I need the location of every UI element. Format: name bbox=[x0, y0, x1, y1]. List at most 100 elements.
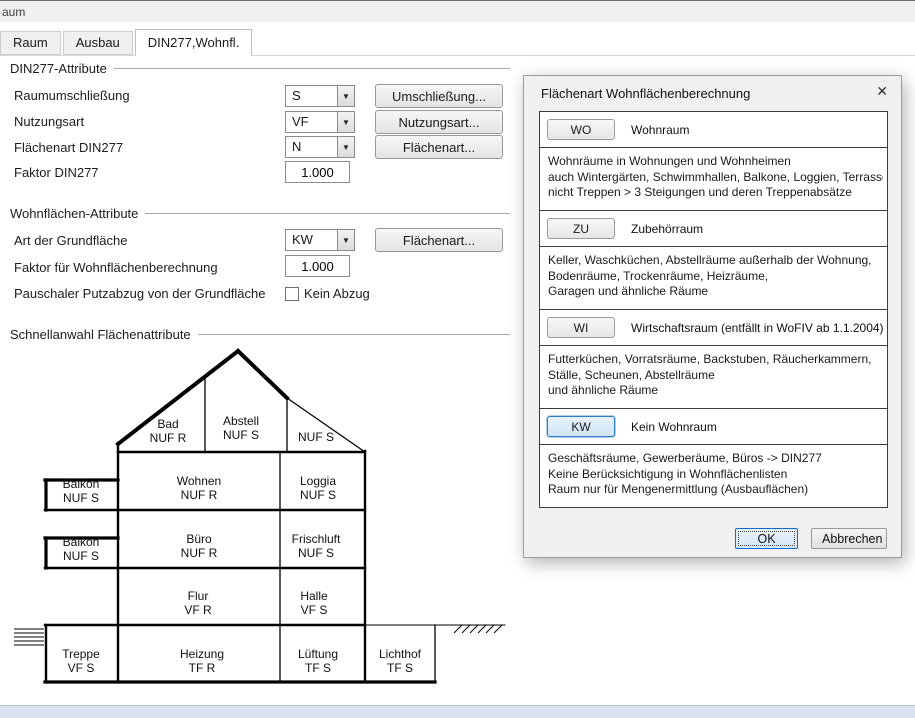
wo-button[interactable]: WO bbox=[547, 119, 615, 140]
room-loggia[interactable]: Loggia NUF S bbox=[300, 474, 336, 502]
wo-header-row: WO Wohnraum bbox=[540, 112, 887, 148]
chevron-down-icon[interactable]: ▼ bbox=[337, 112, 354, 132]
kw-button[interactable]: KW bbox=[547, 416, 615, 437]
chevron-down-icon[interactable]: ▼ bbox=[337, 230, 354, 250]
flaechenart-din277-dropdown[interactable]: N ▼ bbox=[285, 136, 355, 158]
svg-text:Frischluft: Frischluft bbox=[292, 532, 341, 546]
raumumschliessung-label: Raumumschließung bbox=[14, 88, 130, 103]
terrain-hatch-right bbox=[453, 624, 503, 634]
desc-line: Geschäftsräume, Gewerberäume, Büros -> D… bbox=[548, 451, 822, 465]
svg-text:Wohnen: Wohnen bbox=[177, 474, 221, 488]
svg-text:Bad: Bad bbox=[157, 417, 178, 431]
room-lichthof[interactable]: Lichthof TF S bbox=[379, 647, 422, 675]
tab-din277-wohnfl[interactable]: DIN277,Wohnfl. bbox=[134, 29, 253, 56]
desc-line: Futterküchen, Vorratsräume, Backstuben, … bbox=[548, 352, 872, 366]
din277-group-header: DIN277-Attribute bbox=[10, 60, 510, 76]
tab-bar: Raum Ausbau DIN277,Wohnfl. bbox=[0, 29, 915, 56]
room-heizung[interactable]: Heizung TF R bbox=[180, 647, 224, 675]
room-flur[interactable]: Flur VF R bbox=[184, 589, 212, 617]
flaechenart-din277-value: N bbox=[292, 139, 302, 154]
svg-text:Treppe: Treppe bbox=[62, 647, 100, 661]
list-item-kw: KW Kein Wohnraum Geschäftsräume, Gewerbe… bbox=[540, 409, 887, 507]
flaechenart-din277-label: Flächenart DIN277 bbox=[14, 140, 124, 155]
raumumschliessung-dropdown[interactable]: S ▼ bbox=[285, 85, 355, 107]
grundflaeche-flaechenart-button[interactable]: Flächenart... bbox=[375, 228, 503, 252]
wo-description: Wohnräume in Wohnungen und Wohnheimen au… bbox=[540, 148, 887, 210]
zu-name: Zubehörraum bbox=[631, 221, 704, 236]
room-halle[interactable]: Halle VF S bbox=[300, 589, 328, 617]
svg-text:Heizung: Heizung bbox=[180, 647, 224, 661]
svg-text:TF S: TF S bbox=[387, 661, 413, 675]
group-divider bbox=[113, 67, 510, 69]
svg-text:Lüftung: Lüftung bbox=[298, 647, 338, 661]
room-treppe[interactable]: Treppe VF S bbox=[62, 647, 100, 675]
nutzungsart-button[interactable]: Nutzungsart... bbox=[375, 110, 503, 134]
tab-ausbau[interactable]: Ausbau bbox=[62, 31, 133, 55]
wi-name: Wirtschaftsraum (entfällt in WoFIV ab 1.… bbox=[631, 320, 884, 335]
group-divider bbox=[145, 212, 510, 214]
svg-text:Balkon: Balkon bbox=[63, 477, 100, 491]
room-balkon-upper[interactable]: Balkon NUF S bbox=[63, 477, 100, 505]
din277-group-title: DIN277-Attribute bbox=[10, 60, 107, 76]
umschliessung-button[interactable]: Umschließung... bbox=[375, 84, 503, 108]
room-balkon-lower[interactable]: Balkon NUF S bbox=[63, 535, 100, 563]
svg-text:NUF R: NUF R bbox=[181, 546, 218, 560]
terrain-hatch-left bbox=[14, 628, 44, 646]
flaechenart-list: WO Wohnraum Wohnräume in Wohnungen und W… bbox=[539, 111, 888, 508]
zu-button[interactable]: ZU bbox=[547, 218, 615, 239]
grundflaeche-label: Art der Grundfläche bbox=[14, 233, 128, 248]
svg-text:NUF S: NUF S bbox=[300, 488, 336, 502]
svg-text:Lichthof: Lichthof bbox=[379, 647, 422, 661]
wi-header-row: WI Wirtschaftsraum (entfällt in WoFIV ab… bbox=[540, 310, 887, 346]
svg-text:VF S: VF S bbox=[68, 661, 95, 675]
room-attic-right[interactable]: NUF S bbox=[298, 430, 334, 444]
desc-line: und ähnliche Räume bbox=[548, 383, 659, 397]
close-icon[interactable]: ✕ bbox=[876, 83, 888, 100]
window-titlebar: aum bbox=[0, 0, 915, 22]
room-buero[interactable]: Büro NUF R bbox=[181, 532, 218, 560]
zu-description: Keller, Waschküchen, Abstellräume außerh… bbox=[540, 247, 887, 309]
cancel-button[interactable]: Abbrechen bbox=[811, 528, 887, 549]
svg-text:Loggia: Loggia bbox=[300, 474, 336, 488]
bottom-scrollbar-strip[interactable] bbox=[0, 705, 915, 718]
room-frischluft[interactable]: Frischluft NUF S bbox=[292, 532, 341, 560]
svg-text:NUF S: NUF S bbox=[63, 491, 99, 505]
desc-line: Keine Berücksichtigung in Wohnflächenlis… bbox=[548, 466, 788, 481]
svg-text:Balkon: Balkon bbox=[63, 535, 100, 549]
svg-text:NUF S: NUF S bbox=[298, 430, 334, 444]
room-abstell[interactable]: Abstell NUF S bbox=[223, 414, 259, 442]
group-divider bbox=[197, 333, 510, 335]
desc-line: auch Wintergärten, Schwimmhallen, Balkon… bbox=[548, 169, 883, 184]
nutzungsart-dropdown[interactable]: VF ▼ bbox=[285, 111, 355, 133]
building-section-diagram: Bad NUF R Abstell NUF S NUF S Balkon NUF… bbox=[14, 348, 506, 684]
svg-text:TF R: TF R bbox=[189, 661, 216, 675]
kein-abzug-label: Kein Abzug bbox=[304, 286, 370, 301]
flaechenart-din277-button[interactable]: Flächenart... bbox=[375, 135, 503, 159]
wi-button[interactable]: WI bbox=[547, 317, 615, 338]
wohnflaechen-faktor-label: Faktor für Wohnflächenberechnung bbox=[14, 260, 218, 275]
svg-text:NUF S: NUF S bbox=[223, 428, 259, 442]
svg-text:NUF S: NUF S bbox=[298, 546, 334, 560]
wohnflaechen-faktor-field[interactable] bbox=[285, 255, 350, 277]
kein-abzug-checkbox[interactable] bbox=[285, 287, 299, 301]
dialog-title: Flächenart Wohnflächenberechnung bbox=[541, 86, 751, 101]
tab-raum[interactable]: Raum bbox=[0, 31, 61, 55]
nutzungsart-value: VF bbox=[292, 114, 309, 129]
list-item-zu: ZU Zubehörraum Keller, Waschküchen, Abst… bbox=[540, 211, 887, 310]
kw-header-row: KW Kein Wohnraum bbox=[540, 409, 887, 445]
kw-description: Geschäftsräume, Gewerberäume, Büros -> D… bbox=[540, 445, 887, 507]
faktor-din277-field[interactable] bbox=[285, 161, 350, 183]
room-wohnen[interactable]: Wohnen NUF R bbox=[177, 474, 221, 502]
wo-name: Wohnraum bbox=[631, 122, 690, 137]
svg-text:Flur: Flur bbox=[188, 589, 209, 603]
svg-text:TF S: TF S bbox=[305, 661, 331, 675]
grundflaeche-dropdown[interactable]: KW ▼ bbox=[285, 229, 355, 251]
desc-line: nicht Treppen > 3 Steigungen und deren T… bbox=[548, 185, 852, 199]
room-bad[interactable]: Bad NUF R bbox=[150, 417, 187, 445]
ok-button[interactable]: OK bbox=[735, 528, 798, 549]
chevron-down-icon[interactable]: ▼ bbox=[337, 86, 354, 106]
desc-line: Keller, Waschküchen, Abstellräume außerh… bbox=[548, 253, 872, 267]
chevron-down-icon[interactable]: ▼ bbox=[337, 137, 354, 157]
list-item-wi: WI Wirtschaftsraum (entfällt in WoFIV ab… bbox=[540, 310, 887, 409]
room-lueftung[interactable]: Lüftung TF S bbox=[298, 647, 338, 675]
